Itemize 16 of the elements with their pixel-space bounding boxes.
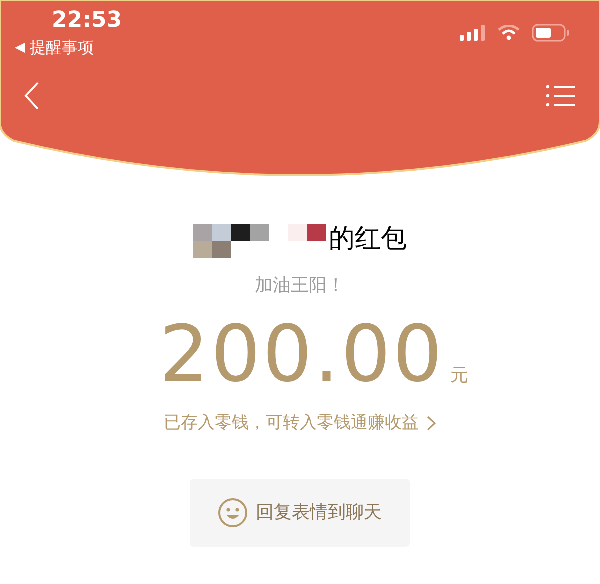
- reply-sticker-button[interactable]: 回复表情到聊天: [190, 478, 410, 546]
- menu-icon[interactable]: [546, 85, 576, 107]
- smiley-icon: [218, 498, 248, 528]
- change-note-link[interactable]: 已存入零钱，可转入零钱通赚收益: [164, 411, 419, 436]
- battery-icon: [532, 24, 570, 42]
- wifi-icon: [498, 25, 520, 41]
- chevron-right-icon: [427, 416, 436, 432]
- amount-value: 200.00: [160, 311, 444, 399]
- status-time: 22:53: [52, 8, 122, 34]
- amount-unit: 元: [450, 364, 468, 388]
- greeting-message: 加油王阳！: [255, 274, 345, 298]
- back-icon[interactable]: [24, 82, 40, 110]
- back-app-link[interactable]: 提醒事项: [30, 38, 94, 58]
- sender-title: 的红包: [329, 223, 407, 256]
- back-triangle-icon[interactable]: [14, 42, 26, 54]
- signal-icon: [460, 25, 486, 41]
